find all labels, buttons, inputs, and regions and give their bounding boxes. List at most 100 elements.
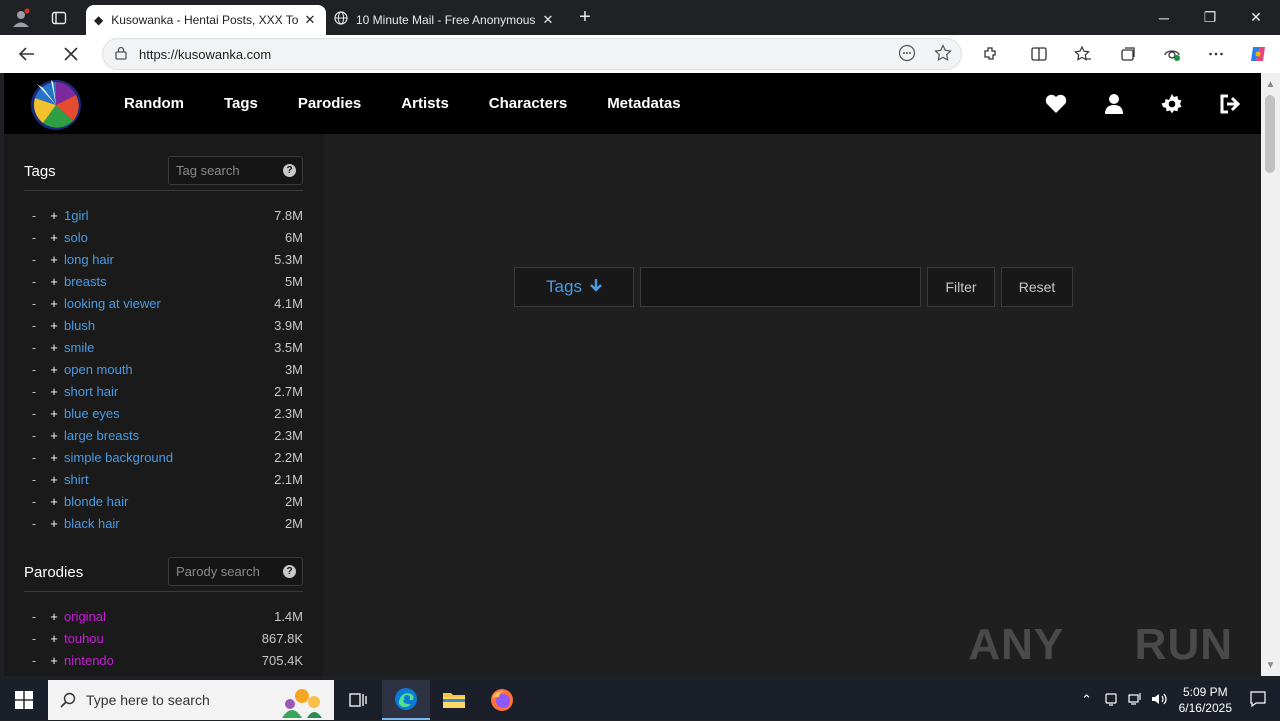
file-explorer-icon[interactable] (430, 680, 478, 720)
more-menu-icon[interactable] (1198, 38, 1234, 70)
tag-link[interactable]: solo (64, 230, 243, 245)
help-icon[interactable]: ? (283, 164, 296, 177)
nav-parodies[interactable]: Parodies (298, 95, 361, 112)
gear-icon[interactable] (1161, 93, 1183, 115)
exclude-button[interactable]: - (24, 208, 44, 223)
exclude-button[interactable]: - (24, 318, 44, 333)
minimize-button[interactable]: ─ (1141, 0, 1187, 35)
filter-button[interactable]: Filter (927, 267, 995, 307)
exclude-button[interactable]: - (24, 362, 44, 377)
nav-artists[interactable]: Artists (401, 95, 449, 112)
tag-link[interactable]: nintendo (64, 653, 243, 668)
exclude-button[interactable]: - (24, 516, 44, 531)
profile-icon[interactable] (6, 3, 36, 33)
firefox-icon[interactable] (478, 680, 526, 720)
exclude-button[interactable]: - (24, 384, 44, 399)
tag-link[interactable]: blush (64, 318, 243, 333)
tag-link[interactable]: smile (64, 340, 243, 355)
exclude-button[interactable]: - (24, 296, 44, 311)
address-bar[interactable]: https://kusowanka.com (102, 38, 962, 70)
include-button[interactable]: + (44, 406, 64, 421)
include-button[interactable]: + (44, 450, 64, 465)
tag-link[interactable]: open mouth (64, 362, 243, 377)
exclude-button[interactable]: - (24, 450, 44, 465)
include-button[interactable]: + (44, 516, 64, 531)
include-button[interactable]: + (44, 318, 64, 333)
tag-link[interactable]: shirt (64, 472, 243, 487)
include-button[interactable]: + (44, 340, 64, 355)
exclude-button[interactable]: - (24, 340, 44, 355)
taskbar-clock[interactable]: 5:09 PM 6/16/2025 (1179, 684, 1232, 716)
tag-link[interactable]: large breasts (64, 428, 243, 443)
tag-link[interactable]: original (64, 609, 243, 624)
scroll-down-icon[interactable]: ▼ (1261, 656, 1280, 674)
url-text[interactable]: https://kusowanka.com (139, 47, 889, 62)
notifications-icon[interactable] (1246, 690, 1270, 710)
tab-close-icon[interactable]: ✕ (540, 12, 556, 28)
exclude-button[interactable]: - (24, 428, 44, 443)
tab-kusowanka[interactable]: ◆ Kusowanka - Hentai Posts, XXX To ✕ (86, 4, 326, 35)
exclude-button[interactable]: - (24, 252, 44, 267)
site-logo[interactable] (29, 78, 83, 132)
exclude-button[interactable]: - (24, 494, 44, 509)
edge-taskbar-icon[interactable] (382, 680, 430, 720)
nav-tags[interactable]: Tags (224, 95, 258, 112)
include-button[interactable]: + (44, 609, 64, 624)
include-button[interactable]: + (44, 494, 64, 509)
exclude-button[interactable]: - (24, 472, 44, 487)
restore-button[interactable]: ❐ (1187, 0, 1233, 35)
task-view-icon[interactable] (334, 680, 382, 720)
user-icon[interactable] (1103, 93, 1125, 115)
include-button[interactable]: + (44, 631, 64, 646)
include-button[interactable]: + (44, 362, 64, 377)
include-button[interactable]: + (44, 208, 64, 223)
tag-link[interactable]: touhou (64, 631, 243, 646)
include-button[interactable]: + (44, 653, 64, 668)
tag-link[interactable]: blue eyes (64, 406, 243, 421)
collections-icon[interactable] (1110, 38, 1146, 70)
exclude-button[interactable]: - (24, 653, 44, 668)
help-icon[interactable]: ? (283, 565, 296, 578)
tab-10minutemail[interactable]: 10 Minute Mail - Free Anonymous ✕ (326, 5, 564, 35)
include-button[interactable]: + (44, 428, 64, 443)
taskbar-search-box[interactable]: Type here to search (48, 680, 334, 720)
tag-link[interactable]: long hair (64, 252, 243, 267)
scroll-up-icon[interactable]: ▲ (1261, 75, 1280, 93)
include-button[interactable]: + (44, 230, 64, 245)
tag-link[interactable]: looking at viewer (64, 296, 243, 311)
filter-input[interactable] (640, 267, 921, 307)
windows-start-icon[interactable] (0, 680, 48, 720)
split-screen-icon[interactable] (1021, 38, 1057, 70)
exclude-button[interactable]: - (24, 631, 44, 646)
include-button[interactable]: + (44, 252, 64, 267)
tag-link[interactable]: breasts (64, 274, 243, 289)
nav-characters[interactable]: Characters (489, 95, 567, 112)
copilot-icon[interactable] (1240, 38, 1276, 70)
volume-icon[interactable] (1147, 692, 1171, 709)
nav-random[interactable]: Random (124, 95, 184, 112)
include-button[interactable]: + (44, 384, 64, 399)
tag-link[interactable]: black hair (64, 516, 243, 531)
close-window-button[interactable]: ✕ (1233, 0, 1279, 35)
heart-icon[interactable] (1045, 93, 1067, 115)
read-aloud-icon[interactable] (889, 44, 925, 65)
favorites-icon[interactable] (1065, 38, 1101, 70)
logout-icon[interactable] (1219, 93, 1241, 115)
tab-close-icon[interactable]: ✕ (302, 12, 318, 28)
network-icon[interactable] (1123, 692, 1147, 709)
include-button[interactable]: + (44, 296, 64, 311)
tag-link[interactable]: 1girl (64, 208, 243, 223)
parody-search-input[interactable]: Parody search ? (168, 557, 303, 586)
exclude-button[interactable]: - (24, 230, 44, 245)
tag-search-input[interactable]: Tag search ? (168, 156, 303, 185)
tag-link[interactable]: simple background (64, 450, 243, 465)
back-button[interactable] (9, 38, 45, 70)
extensions-icon[interactable] (973, 38, 1009, 70)
tab-actions-icon[interactable] (44, 3, 74, 33)
browser-essentials-icon[interactable] (1154, 38, 1190, 70)
exclude-button[interactable]: - (24, 609, 44, 624)
tags-dropdown-button[interactable]: Tags (514, 267, 634, 307)
reset-button[interactable]: Reset (1001, 267, 1073, 307)
new-tab-button[interactable]: + (570, 3, 600, 33)
include-button[interactable]: + (44, 274, 64, 289)
